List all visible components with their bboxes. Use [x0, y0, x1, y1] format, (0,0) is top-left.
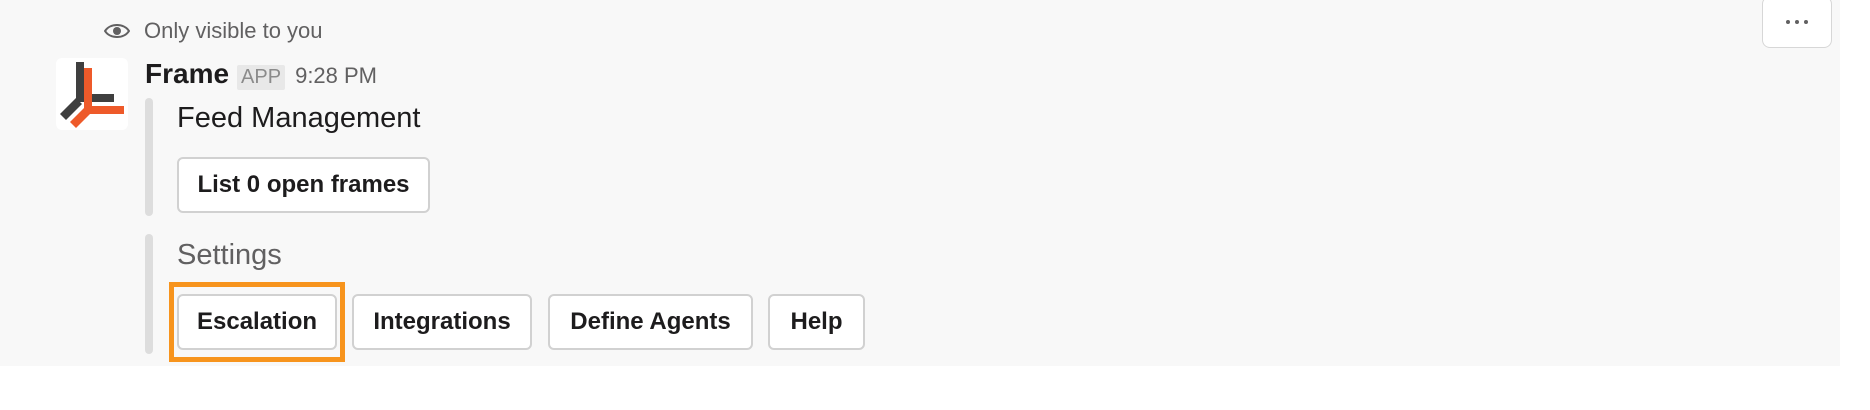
frame-logo-icon	[60, 62, 124, 128]
escalation-button[interactable]: Escalation	[177, 294, 337, 350]
message-header: Frame APP 9:28 PM	[145, 58, 377, 94]
more-actions-button[interactable]	[1762, 0, 1832, 48]
app-badge: APP	[237, 65, 286, 90]
message-timestamp[interactable]: 9:28 PM	[295, 63, 377, 89]
visibility-notice: Only visible to you	[104, 16, 323, 46]
attachment-bar-feed	[145, 98, 153, 216]
eye-icon	[104, 24, 130, 38]
visibility-text: Only visible to you	[144, 18, 323, 43]
avatar[interactable]	[56, 58, 128, 130]
feed-management-title: Feed Management	[177, 102, 421, 134]
sender-name[interactable]: Frame	[145, 58, 229, 90]
integrations-button[interactable]: Integrations	[352, 294, 532, 350]
define-agents-button[interactable]: Define Agents	[548, 294, 753, 350]
more-horizontal-icon	[1786, 20, 1808, 24]
help-button[interactable]: Help	[768, 294, 865, 350]
settings-title: Settings	[177, 239, 282, 271]
attachment-bar-settings	[145, 234, 153, 354]
list-open-frames-button[interactable]: List 0 open frames	[177, 157, 430, 213]
